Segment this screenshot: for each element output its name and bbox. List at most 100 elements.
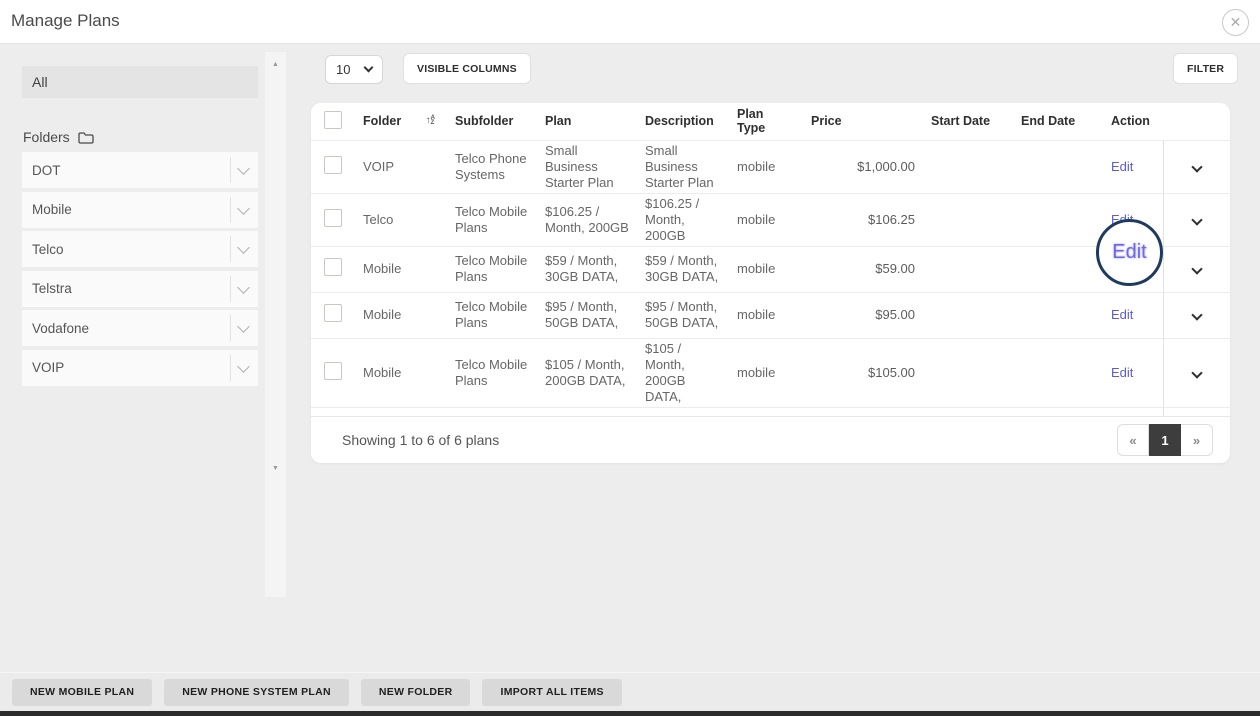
expand-row-icon[interactable] — [1191, 214, 1202, 225]
column-header-description: Description — [637, 103, 729, 140]
divider — [230, 355, 231, 381]
cell-subfolder: Telco Mobile Plans — [447, 338, 537, 407]
row-checkbox[interactable] — [324, 209, 342, 227]
column-header-expand — [1163, 103, 1230, 140]
visible-columns-label: VISIBLE COLUMNS — [417, 63, 517, 75]
cell-end-date — [1013, 292, 1103, 338]
cell-start-date — [923, 193, 1013, 246]
pagination-page-1[interactable]: 1 — [1149, 424, 1181, 456]
chevron-down-icon[interactable] — [237, 360, 250, 373]
expand-row-icon[interactable] — [1191, 161, 1202, 172]
sort-icon[interactable]: ↑ AZ — [426, 116, 439, 127]
chevron-down-icon[interactable] — [237, 202, 250, 215]
cell-folder: Telco — [355, 193, 447, 246]
results-summary: Showing 1 to 6 of 6 plans — [342, 432, 499, 448]
cell-plan-type: mobile — [729, 292, 803, 338]
sidebar-item-telco[interactable]: Telco — [22, 231, 258, 267]
cell-plan: $106.25 / Month, 200GB — [537, 193, 637, 246]
chevron-down-icon[interactable] — [237, 241, 250, 254]
divider — [230, 236, 231, 262]
row-checkbox[interactable] — [324, 258, 342, 276]
column-header-end-date: End Date — [1013, 103, 1103, 140]
filter-button[interactable]: FILTER — [1173, 53, 1238, 84]
cell-end-date — [1013, 338, 1103, 407]
table-row: Telco Telco Mobile Plans $106.25 / Month… — [311, 193, 1230, 246]
scroll-down-icon[interactable]: ▼ — [265, 465, 286, 472]
row-checkbox[interactable] — [324, 304, 342, 322]
plans-table: Folder ↑ AZ Subfolder Plan Description P… — [311, 103, 1230, 453]
cell-folder: Mobile — [355, 246, 447, 292]
prev-icon: « — [1129, 433, 1136, 448]
edit-highlight-annotation[interactable]: Edit — [1096, 219, 1163, 286]
table-row: Mobile Telco Mobile Plans $105 / Month, … — [311, 338, 1230, 407]
edit-link[interactable]: Edit — [1111, 307, 1133, 322]
folder-item-label: Vodafone — [32, 321, 89, 336]
cell-price: $95.00 — [803, 292, 923, 338]
select-all-checkbox[interactable] — [324, 111, 342, 129]
table-row: Mobile Telco Mobile Plans $59 / Month, 3… — [311, 246, 1230, 292]
bottom-action-bar: NEW MOBILE PLAN NEW PHONE SYSTEM PLAN NE… — [0, 672, 1260, 711]
pagination-next-button[interactable]: » — [1181, 424, 1213, 456]
sidebar-scrollbar[interactable]: ▲ ▼ — [265, 52, 286, 597]
cell-price: $106.25 — [803, 193, 923, 246]
cell-subfolder: Telco Mobile Plans — [447, 292, 537, 338]
dialog-header: Manage Plans ✕ — [0, 0, 1260, 44]
cell-end-date — [1013, 140, 1103, 193]
sidebar-item-all[interactable]: All — [22, 66, 258, 98]
column-header-start-date: Start Date — [923, 103, 1013, 140]
cell-start-date — [923, 140, 1013, 193]
cell-end-date — [1013, 193, 1103, 246]
chevron-down-icon[interactable] — [237, 320, 250, 333]
edit-link[interactable]: Edit — [1111, 365, 1133, 380]
folder-item-label: Telco — [32, 242, 64, 257]
column-header-folder: Folder — [363, 114, 401, 128]
new-mobile-plan-button[interactable]: NEW MOBILE PLAN — [12, 679, 152, 706]
divider — [230, 315, 231, 341]
pagination: « 1 » — [1117, 424, 1213, 456]
expand-row-icon[interactable] — [1191, 263, 1202, 274]
all-label: All — [32, 74, 48, 90]
new-phone-system-plan-button[interactable]: NEW PHONE SYSTEM PLAN — [164, 679, 349, 706]
edit-link[interactable]: Edit — [1111, 159, 1133, 174]
column-header-plan: Plan — [537, 103, 637, 140]
cell-plan: $59 / Month, 30GB DATA, — [537, 246, 637, 292]
cell-description: $59 / Month, 30GB DATA, — [637, 246, 729, 292]
row-checkbox[interactable] — [324, 156, 342, 174]
expand-row-icon[interactable] — [1191, 367, 1202, 378]
chevron-down-icon[interactable] — [237, 281, 250, 294]
filter-label: FILTER — [1187, 63, 1224, 75]
pagination-prev-button[interactable]: « — [1117, 424, 1149, 456]
page-size-select[interactable]: 10 — [325, 55, 383, 84]
cell-end-date — [1013, 246, 1103, 292]
scroll-up-icon[interactable]: ▲ — [265, 61, 286, 68]
new-folder-button[interactable]: NEW FOLDER — [361, 679, 471, 706]
chevron-down-icon[interactable] — [237, 162, 250, 175]
cell-start-date — [923, 338, 1013, 407]
column-header-plan-type: Plan Type — [729, 103, 803, 140]
expand-row-icon[interactable] — [1191, 309, 1202, 320]
table-footer: Showing 1 to 6 of 6 plans « 1 » — [311, 416, 1230, 463]
divider — [230, 276, 231, 302]
cell-description: $106.25 / Month, 200GB — [637, 193, 729, 246]
close-button[interactable]: ✕ — [1222, 9, 1249, 36]
sidebar-item-telstra[interactable]: Telstra — [22, 271, 258, 307]
sidebar-item-dot[interactable]: DOT — [22, 152, 258, 188]
import-all-items-button[interactable]: IMPORT ALL ITEMS — [482, 679, 621, 706]
visible-columns-button[interactable]: VISIBLE COLUMNS — [403, 53, 531, 84]
cell-price: $105.00 — [803, 338, 923, 407]
sidebar-item-voip[interactable]: VOIP — [22, 350, 258, 386]
cell-price: $1,000.00 — [803, 140, 923, 193]
table-row: Mobile Telco Mobile Plans $95 / Month, 5… — [311, 292, 1230, 338]
row-checkbox[interactable] — [324, 362, 342, 380]
folder-item-label: Telstra — [32, 281, 72, 296]
cell-description: $105 / Month, 200GB DATA, — [637, 338, 729, 407]
folder-item-label: VOIP — [32, 360, 64, 375]
window-edge — [0, 711, 1260, 716]
manage-plans-dialog: Manage Plans ✕ All Folders DOT Mobile Te… — [0, 0, 1260, 716]
cell-subfolder: Telco Mobile Plans — [447, 246, 537, 292]
sidebar-item-vodafone[interactable]: Vodafone — [22, 310, 258, 346]
column-header-subfolder: Subfolder — [447, 103, 537, 140]
cell-plan: $105 / Month, 200GB DATA, — [537, 338, 637, 407]
cell-plan-type: mobile — [729, 193, 803, 246]
sidebar-item-mobile[interactable]: Mobile — [22, 192, 258, 228]
